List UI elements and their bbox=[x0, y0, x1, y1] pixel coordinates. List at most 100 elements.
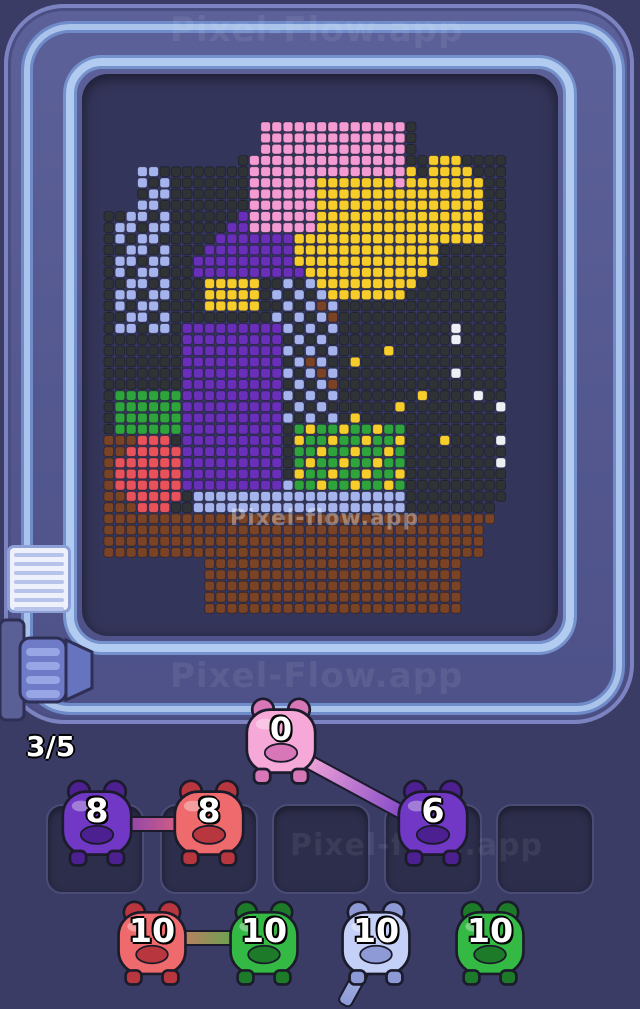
pixel-black bbox=[495, 423, 507, 435]
pixel-purple bbox=[271, 244, 283, 256]
pixel-red bbox=[114, 457, 126, 469]
pixel-green bbox=[148, 390, 159, 401]
pixel-brown bbox=[349, 603, 361, 614]
bottom-pig-2[interactable]: 10 bbox=[220, 892, 308, 996]
pixel-black bbox=[114, 244, 126, 256]
pixel-black bbox=[484, 323, 495, 334]
pixel-black bbox=[495, 311, 507, 323]
pixel-black bbox=[316, 345, 327, 357]
pixel-black bbox=[282, 468, 294, 480]
slot-pig-3[interactable]: 6 bbox=[388, 772, 478, 876]
pixel-green bbox=[170, 423, 182, 435]
pixel-black bbox=[293, 345, 305, 357]
pixel-yellow bbox=[237, 278, 249, 289]
pixel-black bbox=[473, 367, 484, 379]
pixel-pink bbox=[361, 155, 372, 166]
pixel-brown bbox=[114, 435, 126, 446]
pixel-pink bbox=[305, 200, 316, 211]
pixel-brown bbox=[237, 547, 249, 558]
pixel-pink bbox=[338, 121, 350, 133]
bottom-pig-1[interactable]: 10 bbox=[108, 892, 196, 996]
pixel-green bbox=[349, 457, 361, 469]
pixel-black bbox=[495, 244, 507, 256]
pixel-yellow bbox=[405, 244, 417, 256]
pixel-purple bbox=[226, 457, 238, 469]
pixel-black bbox=[484, 300, 495, 312]
pixel-lavender bbox=[148, 323, 159, 334]
pixel-black bbox=[103, 401, 115, 413]
pixel-yellow bbox=[305, 255, 316, 267]
pixel-black bbox=[495, 233, 507, 245]
pixel-black bbox=[103, 211, 115, 222]
pixel-brown bbox=[293, 535, 305, 547]
pixel-yellow bbox=[338, 289, 350, 301]
pixel-red bbox=[159, 491, 171, 502]
pixel-black bbox=[439, 390, 451, 401]
pixel-purple bbox=[260, 401, 271, 413]
pixel-black bbox=[114, 311, 126, 323]
pixel-black bbox=[170, 300, 182, 312]
pixel-yellow bbox=[428, 244, 439, 256]
pixel-brown bbox=[271, 535, 283, 547]
pixel-black bbox=[484, 255, 495, 267]
pixel-brown bbox=[316, 569, 327, 581]
pixel-purple bbox=[237, 222, 249, 233]
pixel-purple bbox=[249, 390, 260, 401]
pixel-pink bbox=[372, 121, 383, 133]
pixel-brown bbox=[461, 513, 473, 525]
pixel-green bbox=[327, 479, 339, 491]
pixel-black bbox=[417, 401, 428, 413]
pixel-black bbox=[439, 289, 451, 301]
pixel-black bbox=[126, 334, 137, 345]
bottom-pig-4[interactable]: 10 bbox=[446, 892, 534, 996]
pixel-green bbox=[349, 435, 361, 446]
pixel-yellow bbox=[439, 211, 451, 222]
pixel-brown bbox=[126, 435, 137, 446]
pixel-lavender bbox=[148, 289, 159, 301]
pixel-purple bbox=[237, 334, 249, 345]
pixel-purple bbox=[271, 323, 283, 334]
pixel-black bbox=[450, 491, 462, 502]
bottom-pig-3[interactable]: 10 bbox=[332, 892, 420, 996]
pixel-brown bbox=[428, 580, 439, 592]
pixel-pink bbox=[282, 200, 294, 211]
pixel-black bbox=[293, 323, 305, 334]
pixel-lavender bbox=[148, 222, 159, 233]
pixel-lavender bbox=[316, 356, 327, 368]
pixel-purple bbox=[182, 412, 193, 424]
pixel-black bbox=[293, 278, 305, 289]
progress-counter: 3/5 bbox=[26, 730, 76, 763]
pixel-brown bbox=[204, 513, 215, 525]
pixel-purple bbox=[237, 379, 249, 390]
pixel-black bbox=[428, 390, 439, 401]
pixel-pink bbox=[349, 155, 361, 166]
slot-pig-1[interactable]: 8 bbox=[52, 772, 142, 876]
pixel-brown bbox=[305, 535, 316, 547]
pixel-black bbox=[282, 435, 294, 446]
pixel-black bbox=[193, 200, 204, 211]
pixel-black bbox=[137, 255, 148, 267]
pixel-black bbox=[103, 345, 115, 357]
pixel-pink bbox=[249, 166, 260, 177]
pixel-brown bbox=[338, 592, 350, 603]
pixel-black bbox=[439, 267, 451, 278]
pixel-green bbox=[137, 390, 148, 401]
pig-count: 10 bbox=[466, 910, 514, 950]
pixel-green bbox=[383, 468, 395, 480]
pixel-black bbox=[473, 435, 484, 446]
pixel-black bbox=[193, 278, 204, 289]
pixel-purple bbox=[226, 222, 238, 233]
pixel-lavender bbox=[159, 222, 171, 233]
pixel-purple bbox=[271, 367, 283, 379]
pixel-black bbox=[417, 345, 428, 357]
pixel-green bbox=[394, 423, 406, 435]
pixel-brown bbox=[316, 603, 327, 614]
pixel-brown bbox=[316, 367, 327, 379]
pixel-green bbox=[394, 446, 406, 457]
slot-pig-2[interactable]: 8 bbox=[164, 772, 254, 876]
pixel-black bbox=[170, 188, 182, 200]
pixel-yellow bbox=[338, 457, 350, 469]
pixel-brown bbox=[293, 569, 305, 581]
pixel-brown bbox=[170, 513, 182, 525]
pixel-purple bbox=[226, 345, 238, 357]
